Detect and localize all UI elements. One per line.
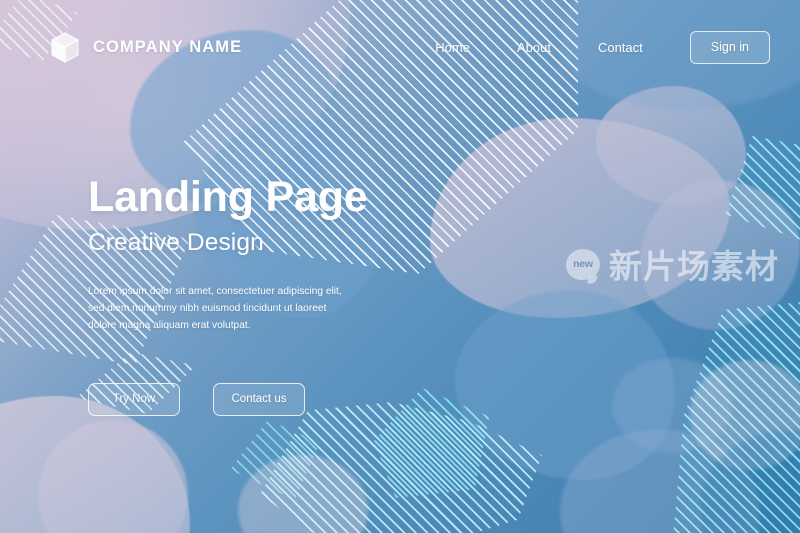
nav-item-about[interactable]: About <box>517 34 551 61</box>
hero-section: Landing Page Creative Design Lorem ipsum… <box>88 173 448 417</box>
contact-us-button[interactable]: Contact us <box>213 383 305 417</box>
new-badge-icon: new <box>566 248 600 280</box>
sign-in-button[interactable]: Sign in <box>689 31 770 64</box>
page-background: COMPANY NAME Home About Contact Sign in … <box>0 0 800 533</box>
page-subtitle: Creative Design <box>88 228 264 256</box>
page-title: Landing Page <box>88 173 368 221</box>
brand-logo[interactable]: COMPANY NAME <box>50 31 243 64</box>
nav-item-home[interactable]: Home <box>435 34 470 61</box>
hero-actions: Try Now Contact us <box>88 383 448 417</box>
try-now-button[interactable]: Try Now <box>88 383 180 417</box>
watermark-text: 新片场素材 <box>609 247 779 286</box>
new-badge-label: new <box>573 258 593 270</box>
brand-name: COMPANY NAME <box>93 38 243 56</box>
site-header: COMPANY NAME Home About Contact Sign in <box>0 0 800 95</box>
stock-watermark: new 新片场素材 <box>566 240 779 288</box>
primary-nav: Home About Contact Sign in <box>435 31 770 64</box>
nav-item-contact[interactable]: Contact <box>598 34 643 61</box>
hero-body-text: Lorem ipsum dolor sit amet, consectetuer… <box>88 285 342 331</box>
cube-icon <box>50 31 80 63</box>
